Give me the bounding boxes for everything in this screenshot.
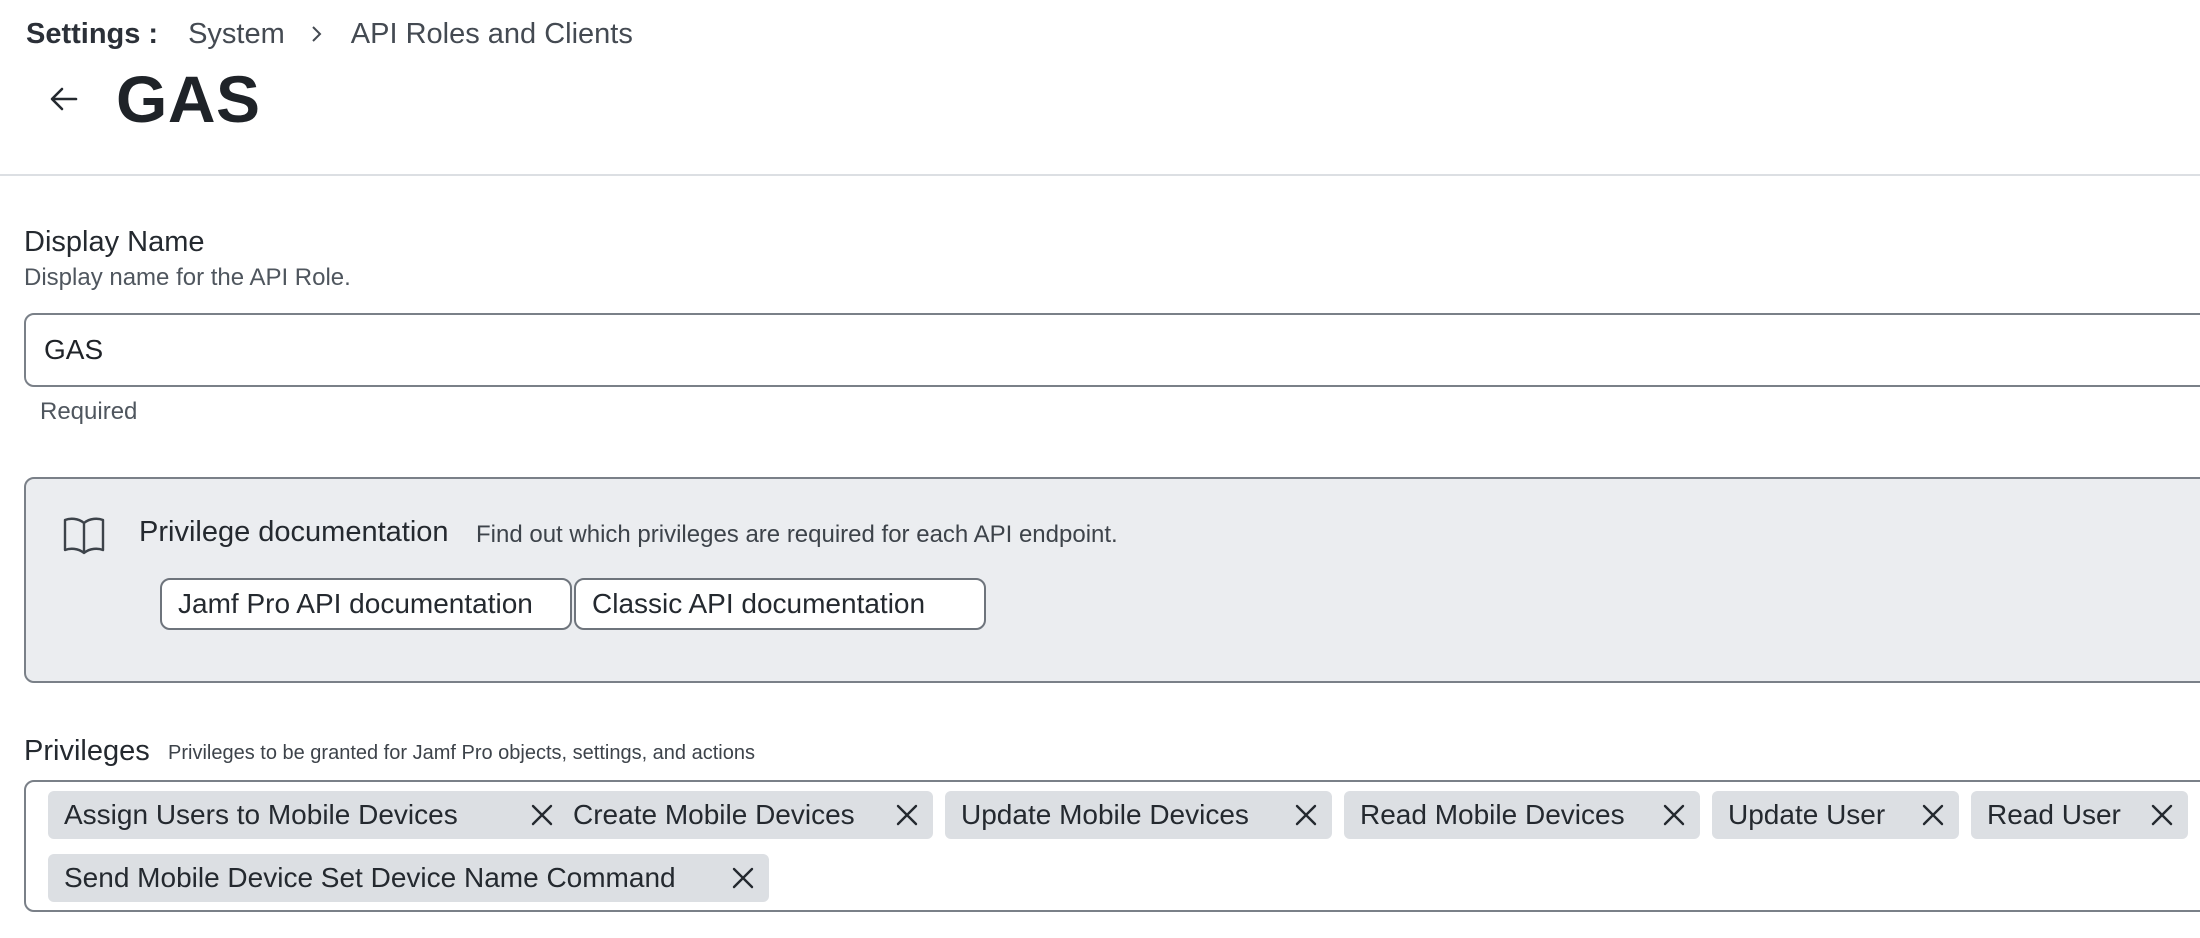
- breadcrumb: Settings : System API Roles and Clients: [26, 14, 633, 54]
- privilege-chip: Create Mobile Devices: [557, 791, 933, 839]
- close-icon[interactable]: [2150, 803, 2174, 827]
- display-name-label: Display Name: [24, 226, 205, 258]
- classic-api-documentation-button[interactable]: Classic API documentation: [574, 578, 986, 630]
- privilege-documentation-description: Find out which privileges are required f…: [476, 521, 1118, 548]
- close-icon[interactable]: [530, 803, 554, 827]
- close-icon[interactable]: [1921, 803, 1945, 827]
- privilege-chip-label: Assign Users to Mobile Devices: [64, 799, 458, 830]
- header-divider: [0, 174, 2200, 176]
- jamf-pro-api-documentation-button[interactable]: Jamf Pro API documentation: [160, 578, 572, 630]
- privilege-documentation-title: Privilege documentation: [139, 516, 449, 548]
- back-button[interactable]: [44, 79, 84, 119]
- privilege-chip-label: Update Mobile Devices: [961, 799, 1249, 830]
- privileges-label: Privileges: [24, 735, 150, 767]
- privilege-chip-label: Read User: [1987, 799, 2121, 830]
- privilege-chip-label: Create Mobile Devices: [573, 799, 855, 830]
- page-title: GAS: [116, 62, 261, 136]
- privilege-documentation-panel: Privilege documentation Find out which p…: [24, 477, 2200, 683]
- book-open-icon: [63, 517, 105, 555]
- privilege-chip-label: Read Mobile Devices: [1360, 799, 1625, 830]
- arrow-left-icon: [50, 87, 78, 111]
- privileges-multiselect[interactable]: Assign Users to Mobile Devices Create Mo…: [24, 780, 2200, 912]
- privilege-chip: Read User: [1971, 791, 2188, 839]
- privileges-help: Privileges to be granted for Jamf Pro ob…: [168, 742, 755, 764]
- chevron-right-icon: [307, 25, 325, 43]
- breadcrumb-colon: :: [148, 17, 159, 50]
- privilege-chip: Update Mobile Devices: [945, 791, 1332, 839]
- display-name-required-note: Required: [40, 398, 138, 425]
- privilege-chip: Assign Users to Mobile Devices: [48, 791, 568, 839]
- close-icon[interactable]: [731, 866, 755, 890]
- close-icon[interactable]: [1294, 803, 1318, 827]
- privilege-chip: Update User: [1712, 791, 1959, 839]
- breadcrumb-item-system[interactable]: System: [188, 18, 285, 51]
- page-header: GAS: [44, 58, 261, 140]
- privilege-chip-label: Update User: [1728, 799, 1886, 830]
- privilege-chip-label: Send Mobile Device Set Device Name Comma…: [64, 862, 676, 893]
- breadcrumb-item-api-roles[interactable]: API Roles and Clients: [351, 18, 633, 51]
- breadcrumb-root[interactable]: Settings: [26, 18, 140, 51]
- display-name-input[interactable]: [24, 313, 2200, 387]
- close-icon[interactable]: [1662, 803, 1686, 827]
- privilege-chip: Read Mobile Devices: [1344, 791, 1700, 839]
- privilege-chip: Send Mobile Device Set Device Name Comma…: [48, 854, 769, 902]
- close-icon[interactable]: [895, 803, 919, 827]
- display-name-help: Display name for the API Role.: [24, 264, 351, 291]
